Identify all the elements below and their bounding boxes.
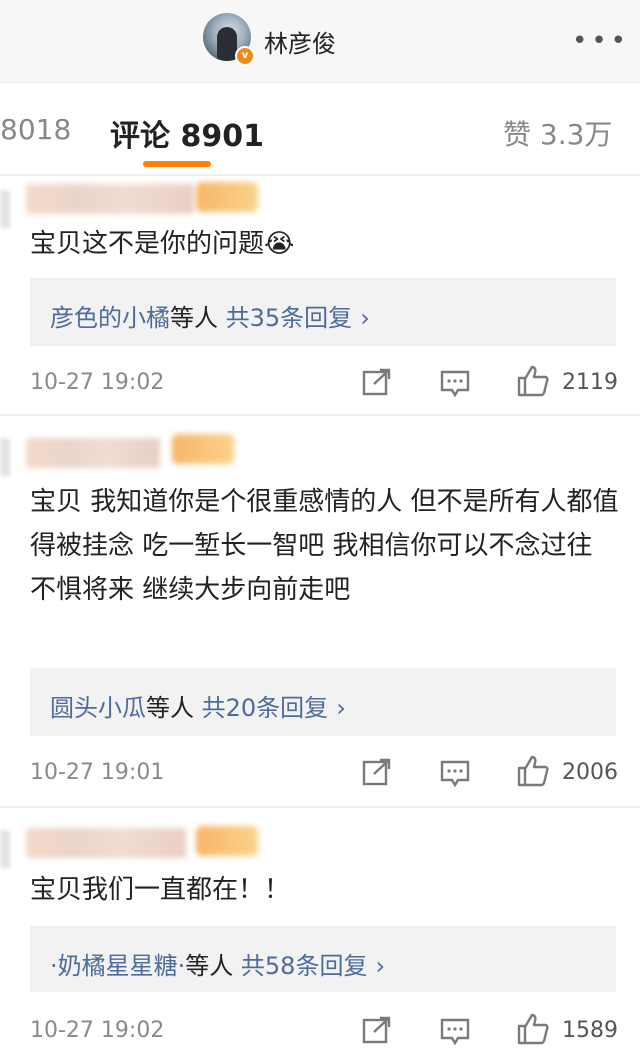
like-thumb-icon[interactable] — [516, 1012, 550, 1046]
verified-badge-icon: v — [235, 46, 255, 66]
commenter-badge-blurred — [172, 434, 234, 464]
comment-item: 宝贝我们一直都在！！ ·奶橘星星糖·等人 共58条回复 › 10-27 19:02… — [0, 808, 640, 1060]
like-thumb-icon[interactable] — [516, 754, 550, 788]
comment-icon[interactable] — [440, 1018, 470, 1046]
reply-summary-box[interactable]: 圆头小瓜等人 共20条回复 › — [30, 668, 616, 736]
comment-text: 宝贝 我知道你是个很重感情的人 但不是所有人都值得被挂念 吃一堑长一智吧 我相信… — [30, 487, 619, 605]
reply-count[interactable]: 共35条回复 — [226, 304, 353, 332]
like-thumb-icon[interactable] — [516, 364, 550, 398]
tab-reposts[interactable]: 8018 — [0, 113, 71, 146]
reply-summary: 圆头小瓜等人 共20条回复 › — [50, 688, 346, 723]
commenter-name-blurred[interactable] — [26, 438, 160, 468]
commenter-name-blurred[interactable] — [26, 828, 186, 858]
commenter-avatar[interactable] — [0, 438, 10, 476]
share-icon[interactable] — [362, 368, 392, 396]
like-count: 2006 — [562, 760, 618, 785]
comment-item: 宝贝 我知道你是个很重感情的人 但不是所有人都值得被挂念 吃一堑长一智吧 我相信… — [0, 416, 640, 806]
like-count: 1589 — [562, 1018, 618, 1043]
reply-summary: 彦色的小橘等人 共35条回复 › — [50, 298, 370, 333]
reply-users[interactable]: ·奶橘星星糖· — [50, 952, 185, 980]
more-dots-icon[interactable]: ••• — [572, 26, 630, 56]
comment-text: 宝贝这不是你的问题😭 — [30, 229, 295, 259]
reply-users[interactable]: 圆头小瓜 — [50, 694, 146, 722]
reply-etc: 等人 — [170, 304, 218, 332]
commenter-avatar[interactable] — [0, 190, 10, 228]
tab-active-indicator — [143, 161, 211, 167]
share-icon[interactable] — [362, 758, 392, 786]
reply-summary: ·奶橘星星糖·等人 共58条回复 › — [50, 946, 385, 981]
top-bar: v 林彦俊 ••• — [0, 0, 640, 82]
tab-comments[interactable]: 评论 8901 — [110, 111, 264, 155]
reply-count[interactable]: 共20条回复 — [202, 694, 329, 722]
reply-etc: 等人 — [146, 694, 194, 722]
commenter-badge-blurred — [196, 182, 258, 212]
share-icon[interactable] — [362, 1016, 392, 1044]
tab-likes[interactable]: 赞 3.3万 — [503, 113, 612, 153]
like-count: 2119 — [562, 370, 618, 395]
reply-users[interactable]: 彦色的小橘 — [50, 304, 170, 332]
comment-time: 10-27 19:01 — [30, 760, 165, 785]
chevron-right-icon: › — [336, 694, 346, 722]
reply-etc: 等人 — [185, 952, 234, 980]
comment-icon[interactable] — [440, 370, 470, 398]
avatar-figure — [217, 27, 237, 61]
comment-item: 宝贝这不是你的问题😭 彦色的小橘等人 共35条回复 › 10-27 19:02 2… — [0, 176, 640, 414]
tab-bar: 8018 评论 8901 赞 3.3万 — [0, 82, 640, 175]
chevron-right-icon: › — [375, 952, 386, 980]
comment-time: 10-27 19:02 — [30, 1018, 165, 1043]
chevron-right-icon: › — [360, 304, 370, 332]
reply-count[interactable]: 共58条回复 — [241, 952, 368, 980]
commenter-name-blurred[interactable] — [26, 184, 194, 214]
commenter-badge-blurred — [196, 826, 258, 856]
comment-text: 宝贝我们一直都在！！ — [30, 875, 291, 905]
comment-icon[interactable] — [440, 760, 470, 788]
comment-time: 10-27 19:02 — [30, 370, 165, 395]
user-name[interactable]: 林彦俊 — [264, 24, 336, 59]
reply-summary-box[interactable]: ·奶橘星星糖·等人 共58条回复 › — [30, 926, 616, 992]
commenter-avatar[interactable] — [0, 830, 10, 868]
reply-summary-box[interactable]: 彦色的小橘等人 共35条回复 › — [30, 278, 616, 346]
